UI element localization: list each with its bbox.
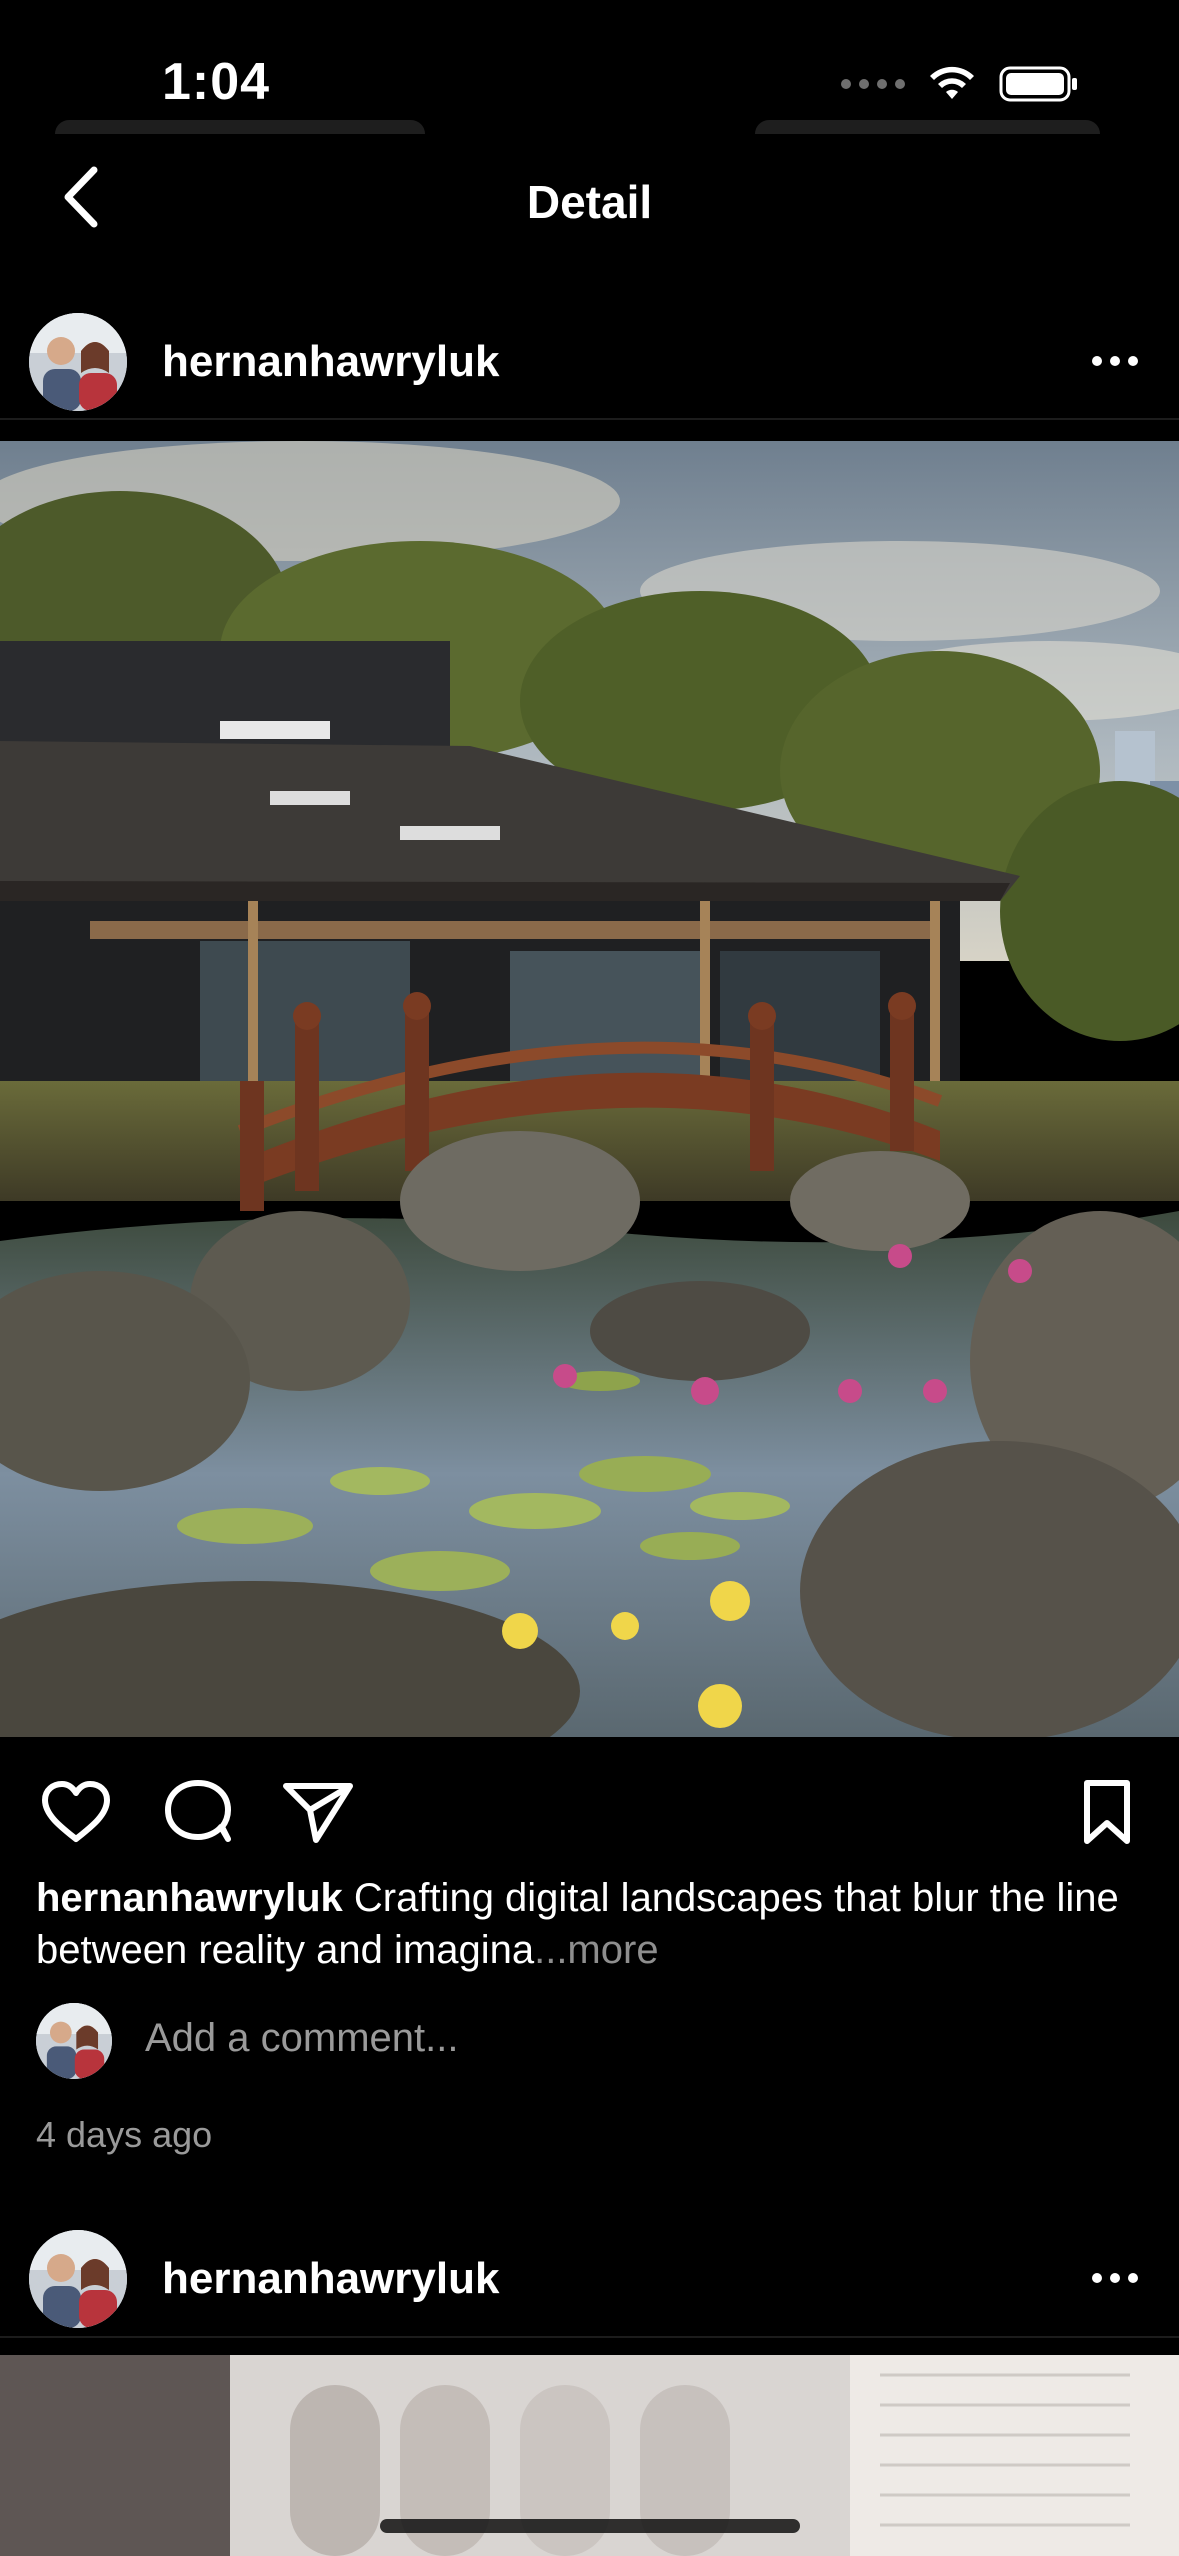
caption-more-link[interactable]: ...more xyxy=(534,1928,658,1972)
status-indicators xyxy=(841,64,1079,104)
comment-bubble-icon xyxy=(165,1780,231,1842)
paper-plane-icon xyxy=(283,1783,353,1843)
signal-dots-icon xyxy=(841,79,905,89)
more-options-button[interactable] xyxy=(1092,2273,1138,2283)
divider xyxy=(0,418,1179,420)
caption-username[interactable]: hernanhawryluk xyxy=(36,1876,343,1920)
status-bar-edge-left xyxy=(55,120,425,134)
post-username[interactable]: hernanhawryluk xyxy=(162,2254,499,2304)
post-username[interactable]: hernanhawryluk xyxy=(162,337,499,387)
save-button[interactable] xyxy=(1072,1775,1142,1849)
avatar[interactable] xyxy=(29,313,127,411)
comment-button[interactable] xyxy=(160,1777,236,1847)
share-button[interactable] xyxy=(280,1777,356,1847)
avatar[interactable] xyxy=(29,2230,127,2328)
home-indicator[interactable] xyxy=(380,2519,800,2533)
comment-avatar xyxy=(36,2003,112,2079)
post-caption: hernanhawryluk Crafting digital landscap… xyxy=(36,1872,1146,1976)
heart-icon xyxy=(42,1781,110,1842)
wifi-icon xyxy=(930,66,974,99)
post-image[interactable] xyxy=(0,441,1179,1737)
status-bar-edge-right xyxy=(755,120,1100,134)
page-title: Detail xyxy=(526,176,653,228)
more-options-button[interactable] xyxy=(1092,356,1138,366)
divider xyxy=(0,2336,1179,2338)
battery-icon xyxy=(999,66,1077,102)
like-button[interactable] xyxy=(38,1777,114,1847)
bookmark-icon xyxy=(1084,1780,1130,1844)
status-time: 1:04 xyxy=(162,53,271,111)
add-comment-input[interactable]: Add a comment... xyxy=(145,2016,458,2061)
post-timestamp: 4 days ago xyxy=(36,2114,213,2155)
